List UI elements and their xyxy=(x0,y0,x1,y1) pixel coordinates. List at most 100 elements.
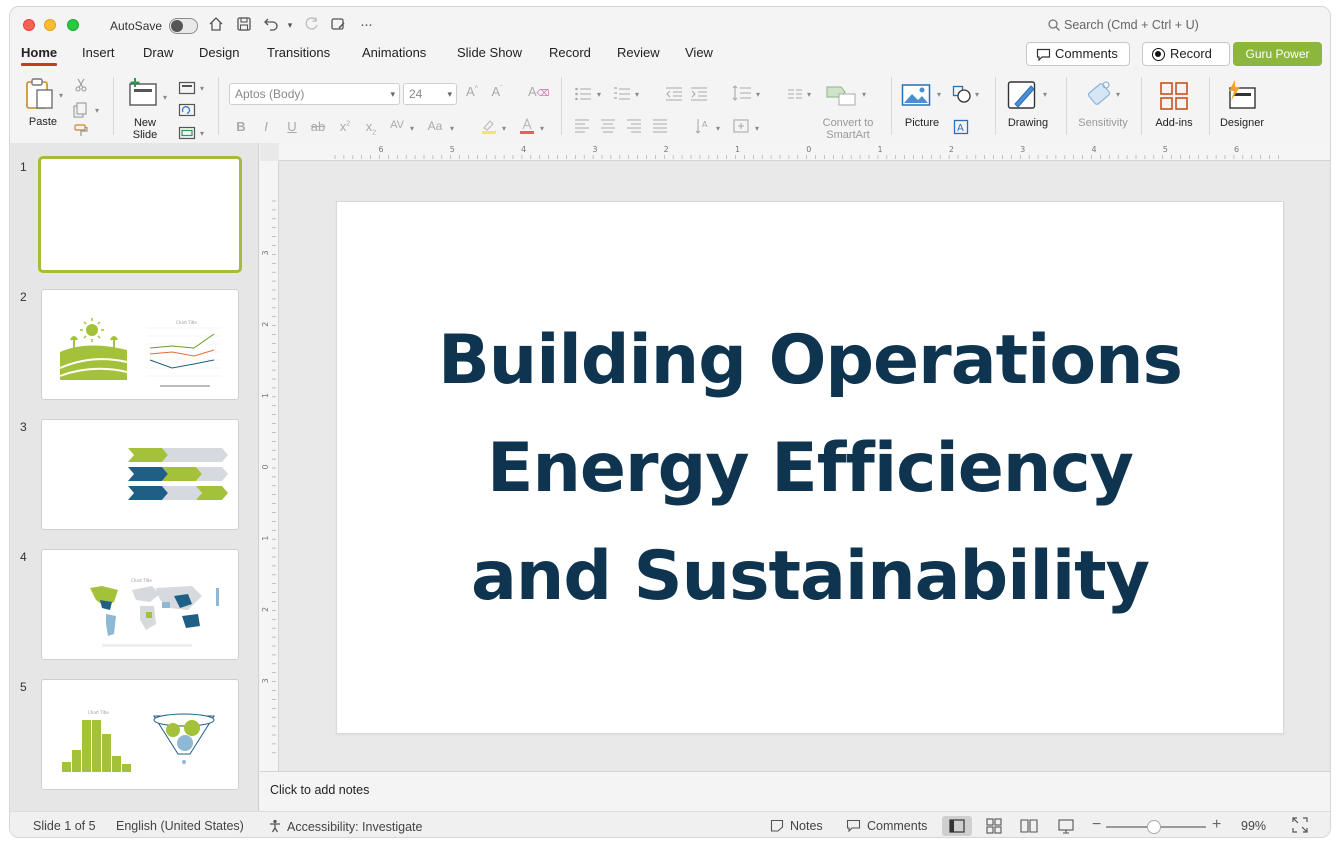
picture-icon[interactable] xyxy=(901,83,931,110)
more-options-icon[interactable]: ··· xyxy=(357,16,375,34)
add-ins-icon[interactable] xyxy=(1159,81,1189,114)
tab-home[interactable]: Home xyxy=(21,45,58,66)
zoom-level[interactable]: 99% xyxy=(1241,819,1266,833)
paste-icon[interactable] xyxy=(24,77,56,114)
decrease-font-size-icon[interactable]: Aˇ xyxy=(488,84,506,99)
font-color-dropdown-icon[interactable]: ▾ xyxy=(540,124,544,133)
copy-dropdown-icon[interactable]: ▾ xyxy=(95,106,99,115)
undo-icon[interactable] xyxy=(262,16,280,34)
slide-show-view-button[interactable] xyxy=(1051,816,1081,836)
shapes-icon[interactable] xyxy=(952,85,972,106)
increase-font-size-icon[interactable]: A^ xyxy=(463,84,481,99)
new-slide-icon[interactable] xyxy=(127,78,159,111)
reading-view-button[interactable] xyxy=(1014,816,1044,836)
format-painter-icon[interactable] xyxy=(73,123,89,140)
sensitivity-dropdown-icon[interactable]: ▾ xyxy=(1116,90,1120,99)
font-name-select[interactable]: Aptos (Body) ▾ xyxy=(229,83,400,105)
notes-pane[interactable]: Click to add notes xyxy=(260,771,1330,811)
designer-icon[interactable] xyxy=(1225,79,1257,114)
tab-view[interactable]: View xyxy=(685,45,713,60)
highlight-icon[interactable] xyxy=(480,118,498,137)
guru-power-button[interactable]: Guru Power xyxy=(1233,42,1322,66)
font-size-select[interactable]: 24 ▾ xyxy=(403,83,457,105)
drawing-dropdown-icon[interactable]: ▾ xyxy=(1043,90,1047,99)
decrease-indent-icon[interactable] xyxy=(665,87,683,104)
slide-thumbnail-5[interactable]: Chart Title xyxy=(41,679,239,790)
character-spacing-dropdown-icon[interactable]: ▾ xyxy=(410,124,414,133)
bold-icon[interactable]: B xyxy=(232,119,250,134)
present-icon[interactable] xyxy=(329,16,347,34)
tab-transitions[interactable]: Transitions xyxy=(267,45,330,60)
align-center-icon[interactable] xyxy=(600,119,616,136)
tab-insert[interactable]: Insert xyxy=(82,45,115,60)
minimize-window-button[interactable] xyxy=(44,19,56,31)
underline-icon[interactable]: U xyxy=(283,119,301,134)
layout-icon[interactable] xyxy=(178,81,196,98)
bullets-icon[interactable] xyxy=(574,87,592,104)
fit-to-window-icon[interactable] xyxy=(1292,817,1308,836)
clear-formatting-icon[interactable]: A⌫ xyxy=(528,84,549,99)
columns-icon[interactable] xyxy=(787,88,803,102)
zoom-slider-handle[interactable] xyxy=(1147,820,1161,834)
change-case-dropdown-icon[interactable]: ▾ xyxy=(450,124,454,133)
section-icon[interactable] xyxy=(178,126,196,143)
change-case-icon[interactable]: Aa xyxy=(426,119,444,133)
redo-icon[interactable] xyxy=(302,16,320,34)
home-icon[interactable] xyxy=(207,16,225,34)
zoom-in-icon[interactable]: + xyxy=(1212,816,1221,834)
smartart-icon[interactable] xyxy=(825,83,857,110)
tab-design[interactable]: Design xyxy=(199,45,239,60)
notes-toggle[interactable]: Notes xyxy=(770,819,823,833)
layout-dropdown-icon[interactable]: ▾ xyxy=(200,84,204,93)
search-box[interactable]: Search (Cmd + Ctrl + U) xyxy=(1048,18,1199,32)
reset-slide-icon[interactable] xyxy=(178,103,196,120)
text-direction-dropdown-icon[interactable]: ▾ xyxy=(716,124,720,133)
close-window-button[interactable] xyxy=(23,19,35,31)
numbering-dropdown-icon[interactable]: ▾ xyxy=(635,90,639,99)
font-color-icon[interactable] xyxy=(518,117,536,137)
language-indicator[interactable]: English (United States) xyxy=(116,819,244,833)
record-button[interactable]: Record xyxy=(1142,42,1230,66)
text-box-icon[interactable]: A xyxy=(953,119,969,138)
new-slide-dropdown-icon[interactable]: ▾ xyxy=(163,93,167,102)
autosave-toggle[interactable] xyxy=(169,18,198,34)
drawing-icon[interactable] xyxy=(1007,79,1039,114)
tab-review[interactable]: Review xyxy=(617,45,660,60)
zoom-out-icon[interactable]: − xyxy=(1092,816,1101,834)
align-right-icon[interactable] xyxy=(626,119,642,136)
columns-dropdown-icon[interactable]: ▾ xyxy=(807,90,811,99)
bullets-dropdown-icon[interactable]: ▾ xyxy=(597,90,601,99)
paste-dropdown-icon[interactable]: ▾ xyxy=(59,91,63,100)
character-spacing-icon[interactable]: AV xyxy=(388,119,406,131)
tab-record[interactable]: Record xyxy=(549,45,591,60)
justify-icon[interactable] xyxy=(652,119,668,136)
cut-icon[interactable] xyxy=(74,78,88,95)
smartart-dropdown-icon[interactable]: ▾ xyxy=(862,90,866,99)
slide-thumbnail-4[interactable]: Chart Title xyxy=(41,549,239,660)
slide-thumbnail-1[interactable] xyxy=(38,156,242,273)
strikethrough-icon[interactable]: ab xyxy=(309,119,327,134)
subscript-icon[interactable]: x2 xyxy=(362,119,380,137)
text-direction-icon[interactable]: A xyxy=(695,117,711,138)
current-slide[interactable]: Building Operations Energy Efficiency an… xyxy=(336,201,1284,734)
superscript-icon[interactable]: x2 xyxy=(336,119,354,134)
line-spacing-dropdown-icon[interactable]: ▾ xyxy=(756,90,760,99)
line-spacing-icon[interactable] xyxy=(732,85,752,104)
slide-sorter-view-button[interactable] xyxy=(979,816,1009,836)
italic-icon[interactable]: I xyxy=(257,119,275,134)
undo-dropdown-icon[interactable]: ▾ xyxy=(281,16,299,34)
comments-toggle[interactable]: Comments xyxy=(846,819,927,833)
align-text-dropdown-icon[interactable]: ▾ xyxy=(755,124,759,133)
shapes-dropdown-icon[interactable]: ▾ xyxy=(975,90,979,99)
comments-button[interactable]: Comments xyxy=(1026,42,1130,66)
save-icon[interactable] xyxy=(235,16,253,34)
align-left-icon[interactable] xyxy=(574,119,590,136)
slide-title[interactable]: Building Operations Energy Efficiency an… xyxy=(337,307,1283,631)
copy-icon[interactable] xyxy=(72,102,90,121)
increase-indent-icon[interactable] xyxy=(690,87,708,104)
tab-slide-show[interactable]: Slide Show xyxy=(457,45,522,60)
numbering-icon[interactable] xyxy=(613,87,631,104)
align-text-icon[interactable] xyxy=(732,118,750,137)
section-dropdown-icon[interactable]: ▾ xyxy=(200,129,204,138)
tab-draw[interactable]: Draw xyxy=(143,45,173,60)
